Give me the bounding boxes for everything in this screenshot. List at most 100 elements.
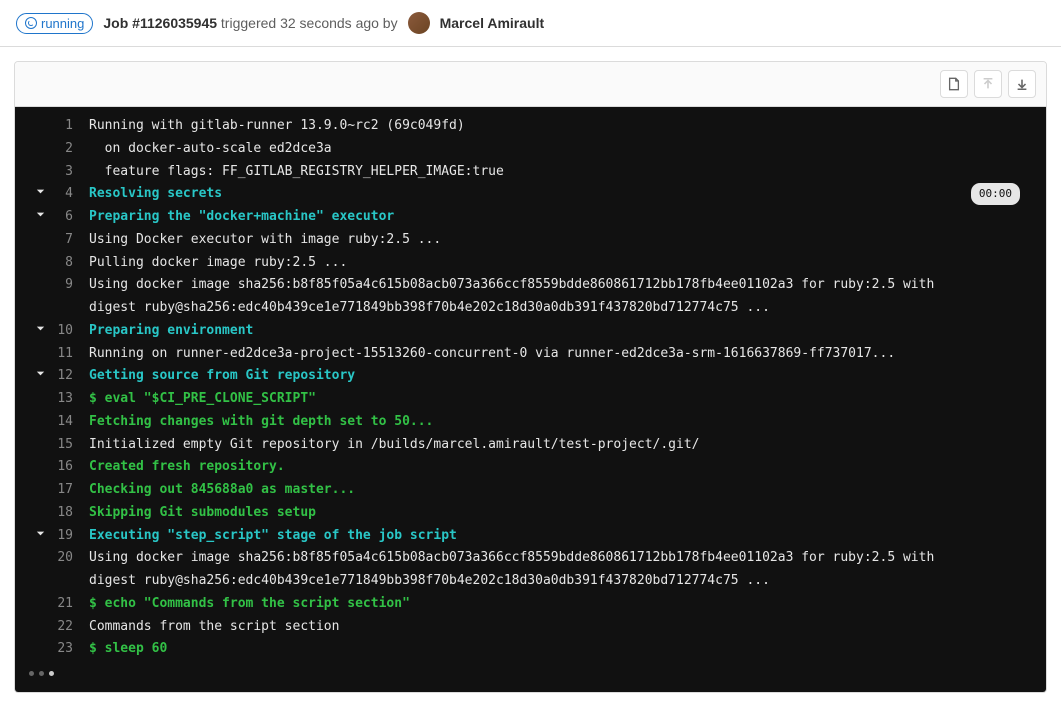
- log-line: 22Commands from the script section: [27, 616, 1034, 639]
- fold-toggle: [27, 502, 53, 505]
- line-text: Using docker image sha256:b8f85f05a4c615…: [89, 547, 1034, 593]
- log-line: 17Checking out 845688a0 as master...: [27, 479, 1034, 502]
- log-line: 6Preparing the "docker+machine" executor: [27, 206, 1034, 229]
- log-line: 12Getting source from Git repository: [27, 365, 1034, 388]
- fold-toggle: [27, 388, 53, 391]
- line-number[interactable]: 9: [53, 274, 89, 297]
- fold-toggle: [27, 547, 53, 550]
- log-line: 23$ sleep 60: [27, 638, 1034, 661]
- line-text: Using docker image sha256:b8f85f05a4c615…: [89, 274, 1034, 320]
- line-number[interactable]: 21: [53, 593, 89, 616]
- line-number[interactable]: 11: [53, 343, 89, 366]
- log-line: 3 feature flags: FF_GITLAB_REGISTRY_HELP…: [27, 161, 1034, 184]
- log-line: 21$ echo "Commands from the script secti…: [27, 593, 1034, 616]
- fold-toggle: [27, 479, 53, 482]
- avatar[interactable]: [408, 12, 430, 34]
- fold-toggle: [27, 434, 53, 437]
- line-number[interactable]: 6: [53, 206, 89, 229]
- log-toolbar: [15, 62, 1046, 107]
- line-text: Executing "step_script" stage of the job…: [89, 525, 1034, 548]
- line-text: Getting source from Git repository: [89, 365, 1034, 388]
- line-text: Checking out 845688a0 as master...: [89, 479, 1034, 502]
- log-line: 2 on docker-auto-scale ed2dce3a: [27, 138, 1034, 161]
- fold-toggle: [27, 411, 53, 414]
- line-number[interactable]: 15: [53, 434, 89, 457]
- line-text: Running on runner-ed2dce3a-project-15513…: [89, 343, 1034, 366]
- line-number[interactable]: 8: [53, 252, 89, 275]
- line-number[interactable]: 3: [53, 161, 89, 184]
- log-line: 4Resolving secrets00:00: [27, 183, 1034, 206]
- status-badge[interactable]: running: [16, 13, 93, 34]
- line-text: Fetching changes with git depth set to 5…: [89, 411, 1034, 434]
- fold-toggle: [27, 252, 53, 255]
- log-line: 10Preparing environment: [27, 320, 1034, 343]
- log-output[interactable]: 1Running with gitlab-runner 13.9.0~rc2 (…: [15, 107, 1046, 692]
- log-line: 1Running with gitlab-runner 13.9.0~rc2 (…: [27, 115, 1034, 138]
- line-number[interactable]: 23: [53, 638, 89, 661]
- line-text: on docker-auto-scale ed2dce3a: [89, 138, 1034, 161]
- fold-toggle[interactable]: [27, 320, 53, 334]
- log-line: 19Executing "step_script" stage of the j…: [27, 525, 1034, 548]
- fold-toggle: [27, 616, 53, 619]
- header-text: Job #1126035945 triggered 32 seconds ago…: [103, 15, 397, 31]
- running-icon: [25, 17, 37, 29]
- line-text: $ sleep 60: [89, 638, 1034, 661]
- log-line: 7Using Docker executor with image ruby:2…: [27, 229, 1034, 252]
- line-number[interactable]: 16: [53, 456, 89, 479]
- fold-toggle[interactable]: [27, 365, 53, 379]
- line-number[interactable]: 19: [53, 525, 89, 548]
- log-line: 20Using docker image sha256:b8f85f05a4c6…: [27, 547, 1034, 593]
- line-number[interactable]: 1: [53, 115, 89, 138]
- line-text: Commands from the script section: [89, 616, 1034, 639]
- log-line: 16Created fresh repository.: [27, 456, 1034, 479]
- line-number[interactable]: 14: [53, 411, 89, 434]
- fold-toggle[interactable]: [27, 525, 53, 539]
- line-text: Running with gitlab-runner 13.9.0~rc2 (6…: [89, 115, 1034, 138]
- line-text: Using Docker executor with image ruby:2.…: [89, 229, 1034, 252]
- log-line: 9Using docker image sha256:b8f85f05a4c61…: [27, 274, 1034, 320]
- log-line: 11Running on runner-ed2dce3a-project-155…: [27, 343, 1034, 366]
- line-number[interactable]: 22: [53, 616, 89, 639]
- arrow-down-icon: [1015, 77, 1029, 91]
- log-container: 1Running with gitlab-runner 13.9.0~rc2 (…: [14, 61, 1047, 693]
- line-text: Pulling docker image ruby:2.5 ...: [89, 252, 1034, 275]
- document-icon: [947, 77, 961, 91]
- fold-toggle: [27, 115, 53, 118]
- loading-dots: [27, 661, 1034, 678]
- line-text: $ eval "$CI_PRE_CLONE_SCRIPT": [89, 388, 1034, 411]
- fold-toggle: [27, 229, 53, 232]
- line-text: Initialized empty Git repository in /bui…: [89, 434, 1034, 457]
- arrow-up-icon: [981, 77, 995, 91]
- job-id: Job #1126035945: [103, 15, 217, 31]
- log-line: 14Fetching changes with git depth set to…: [27, 411, 1034, 434]
- line-number[interactable]: 20: [53, 547, 89, 570]
- line-number[interactable]: 18: [53, 502, 89, 525]
- fold-toggle: [27, 343, 53, 346]
- scroll-top-button[interactable]: [974, 70, 1002, 98]
- line-number[interactable]: 17: [53, 479, 89, 502]
- author-name[interactable]: Marcel Amirault: [440, 15, 545, 31]
- fold-toggle: [27, 138, 53, 141]
- log-line: 8Pulling docker image ruby:2.5 ...: [27, 252, 1034, 275]
- scroll-bottom-button[interactable]: [1008, 70, 1036, 98]
- line-text: Preparing the "docker+machine" executor: [89, 206, 1034, 229]
- fold-toggle: [27, 638, 53, 641]
- line-number[interactable]: 13: [53, 388, 89, 411]
- show-raw-button[interactable]: [940, 70, 968, 98]
- line-number[interactable]: 4: [53, 183, 89, 206]
- fold-toggle: [27, 161, 53, 164]
- fold-toggle[interactable]: [27, 183, 53, 197]
- fold-toggle: [27, 274, 53, 277]
- line-text: feature flags: FF_GITLAB_REGISTRY_HELPER…: [89, 161, 1034, 184]
- line-text: Preparing environment: [89, 320, 1034, 343]
- section-duration: 00:00: [971, 183, 1020, 204]
- fold-toggle: [27, 456, 53, 459]
- line-number[interactable]: 2: [53, 138, 89, 161]
- line-number[interactable]: 7: [53, 229, 89, 252]
- fold-toggle: [27, 593, 53, 596]
- log-line: 18Skipping Git submodules setup: [27, 502, 1034, 525]
- line-text: Created fresh repository.: [89, 456, 1034, 479]
- line-number[interactable]: 10: [53, 320, 89, 343]
- fold-toggle[interactable]: [27, 206, 53, 220]
- line-number[interactable]: 12: [53, 365, 89, 388]
